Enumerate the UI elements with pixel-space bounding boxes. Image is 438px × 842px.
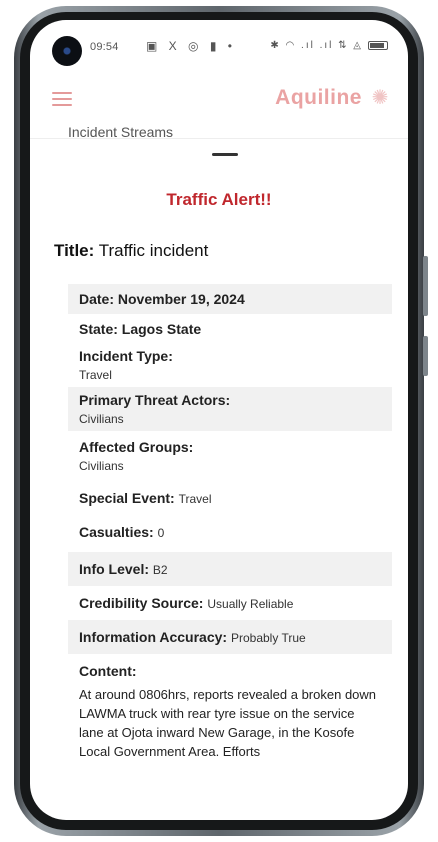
field-value: Usually Reliable: [207, 597, 294, 611]
field-special-event: Special Event: Travel: [68, 478, 392, 515]
field-casualties: Casualties: 0: [68, 515, 392, 552]
logo-sun-icon: ✺: [371, 87, 389, 109]
field-value: B2: [152, 563, 168, 577]
field-affected-groups: Affected Groups: Civilians: [68, 431, 392, 478]
field-label: Special Event:: [79, 490, 175, 506]
field-value: Civilians: [79, 459, 124, 473]
field-content: Content: At around 0806hrs, reports reve…: [68, 654, 392, 766]
field-date: Date: November 19, 2024: [68, 284, 392, 314]
field-value: Probably True: [230, 631, 306, 645]
field-credibility: Credibility Source: Usually Reliable: [68, 586, 392, 620]
incident-details: Date: November 19, 2024 State: Lagos Sta…: [68, 284, 392, 766]
field-value: Civilians: [79, 412, 124, 426]
alert-title: Traffic Alert!!: [166, 190, 272, 209]
field-label: Date: November 19, 2024: [79, 291, 245, 307]
field-label: Incident Type:: [79, 348, 173, 364]
field-label: Affected Groups:: [79, 439, 194, 455]
system-icons: ✱ ◠ .ıl .ıl ⇅ ◬: [270, 40, 388, 51]
field-label: Info Level:: [79, 561, 150, 577]
content-label: Content:: [79, 663, 137, 679]
field-label: Casualties:: [79, 524, 154, 540]
field-state: State: Lagos State: [68, 314, 392, 343]
field-label: Primary Threat Actors:: [79, 392, 231, 408]
title-label: Title:: [54, 241, 95, 260]
app-bar: Aquiline ✺: [30, 82, 408, 122]
signal-icons: ✱ ◠ .ıl .ıl ⇅ ◬: [270, 40, 363, 51]
field-value: 0: [157, 526, 165, 540]
field-accuracy: Information Accuracy: Probably True: [68, 620, 392, 654]
hamburger-icon[interactable]: [52, 92, 72, 106]
field-value: Travel: [178, 492, 212, 506]
camera-icon: [52, 36, 82, 66]
title-value: Traffic incident: [98, 241, 209, 260]
drag-handle[interactable]: [212, 153, 238, 156]
field-label: State: Lagos State: [79, 321, 202, 337]
field-label: Information Accuracy:: [79, 629, 228, 645]
power-button: [423, 336, 428, 376]
status-time: 09:54: [90, 41, 119, 53]
battery-icon: [368, 41, 388, 50]
field-threat-actors: Primary Threat Actors: Civilians: [68, 387, 392, 431]
field-info-level: Info Level: B2: [68, 552, 392, 586]
status-bar: 09:54 ▣ X ◎ ▮ • ✱ ◠ .ıl .ıl ⇅ ◬: [30, 20, 408, 66]
content-text: At around 0806hrs, reports revealed a br…: [79, 687, 377, 759]
incident-title: Title: Traffic incident: [54, 241, 208, 261]
app-logo[interactable]: Aquiline: [275, 86, 362, 110]
volume-button: [423, 256, 428, 316]
field-incident-type: Incident Type: Travel: [68, 343, 392, 387]
field-value: Travel: [79, 368, 112, 382]
screen: 09:54 ▣ X ◎ ▮ • ✱ ◠ .ıl .ıl ⇅ ◬ Aquiline…: [30, 20, 408, 820]
sheet-top-edge: [30, 138, 408, 149]
notification-icons: ▣ X ◎ ▮ •: [146, 39, 236, 53]
field-label: Credibility Source:: [79, 595, 204, 611]
